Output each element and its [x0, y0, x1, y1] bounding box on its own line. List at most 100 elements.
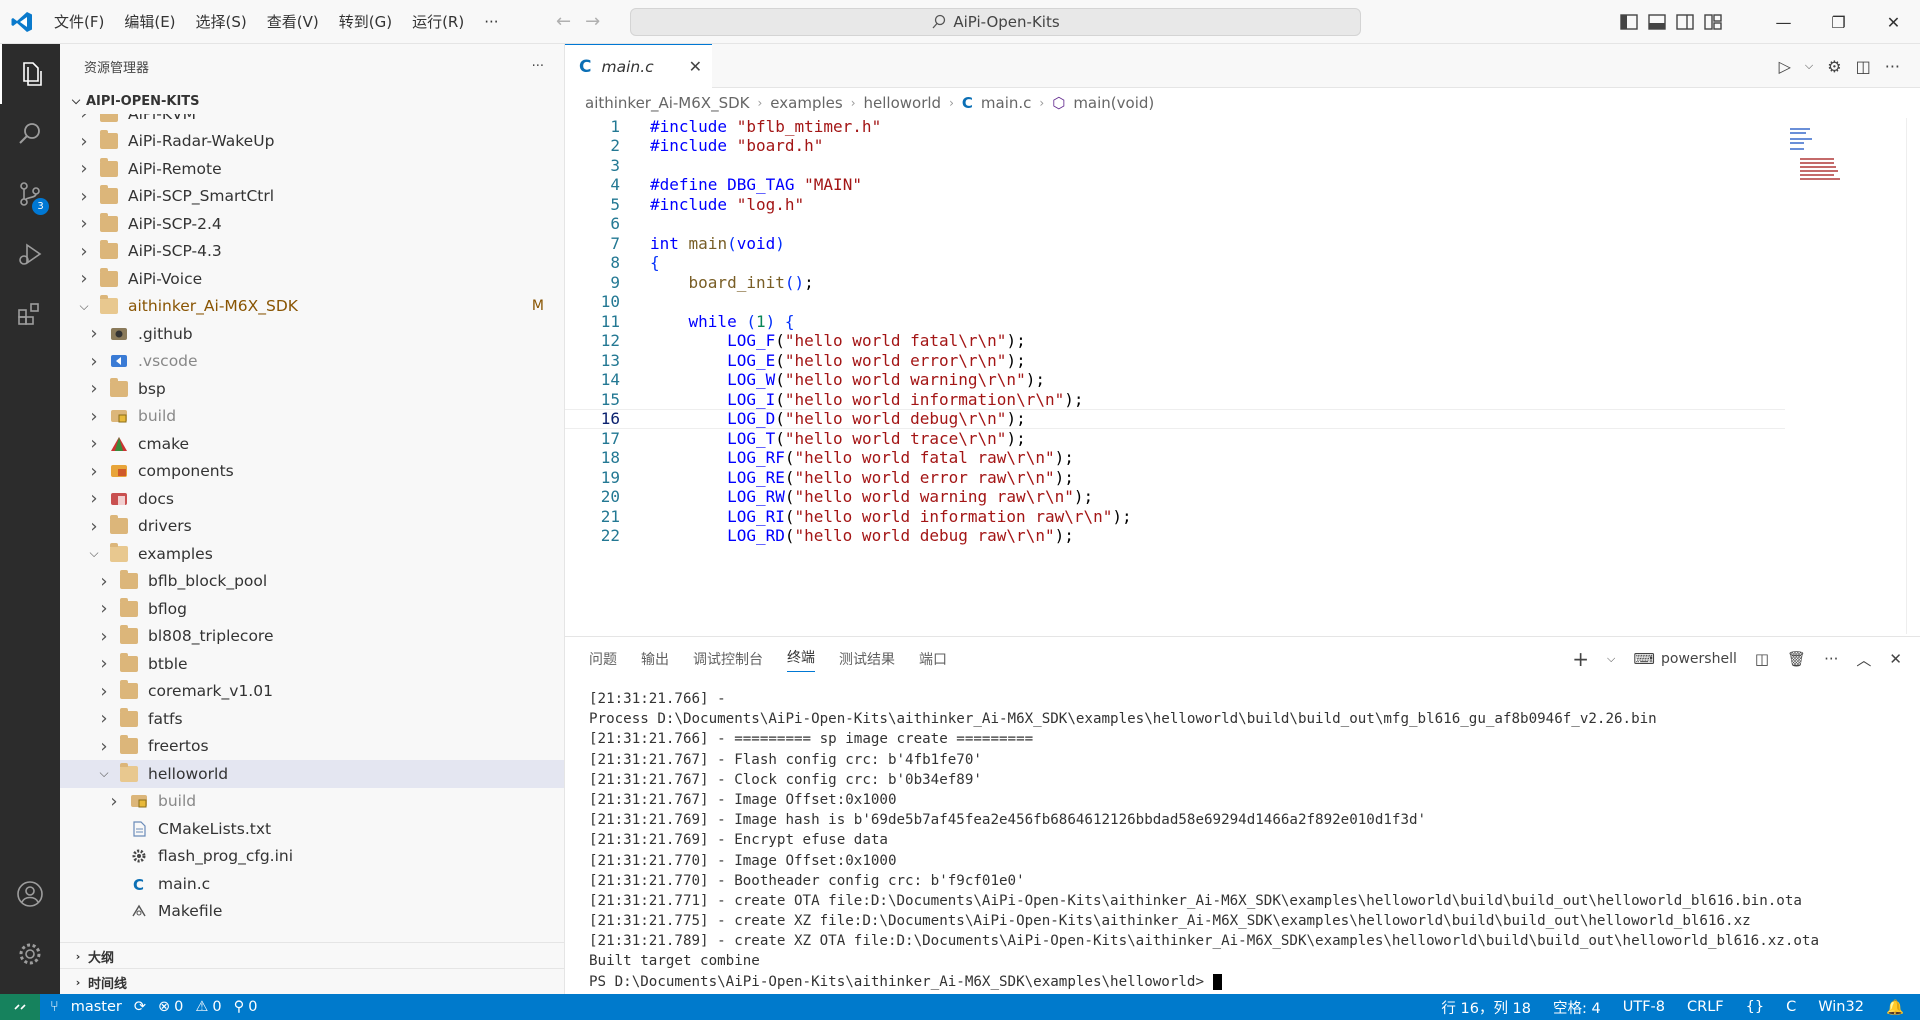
code-area[interactable]: 1 #include "bflb_mtimer.h" 2 #include "boar…	[565, 118, 1920, 634]
code-line[interactable]: 10	[565, 292, 1785, 312]
code-line[interactable]: 18 LOG_RF("hello world fatal raw\r\n");	[565, 448, 1785, 468]
extensions-activity[interactable]	[0, 284, 60, 344]
customize-layout-icon[interactable]	[1704, 13, 1722, 31]
outline-section[interactable]: › 大纲	[60, 942, 564, 969]
tree-item[interactable]: ⌵ examples	[60, 540, 564, 568]
minimize-icon[interactable]: —	[1756, 0, 1811, 44]
end-of-line[interactable]: CRLF	[1687, 999, 1724, 1015]
tree-item[interactable]: ⌵ aithinker_Ai-M6X_SDK M	[60, 293, 564, 321]
tree-item[interactable]: › bsp	[60, 375, 564, 403]
terminal-prompt[interactable]: PS D:\Documents\AiPi-Open-Kits\aithinker…	[589, 973, 1899, 994]
run-icon[interactable]: ▷	[1779, 57, 1791, 76]
cursor-position[interactable]: 行 16，列 18	[1441, 997, 1531, 1018]
menu-overflow[interactable]: ···	[474, 0, 508, 44]
shell-name[interactable]: powershell	[1661, 651, 1737, 667]
gear-icon[interactable]: ⚙	[1827, 57, 1841, 76]
toggle-primary-sidebar-icon[interactable]	[1620, 13, 1638, 31]
warning-count[interactable]: 0	[212, 999, 221, 1015]
branch-name[interactable]: master	[71, 999, 122, 1015]
tree-item[interactable]: › .vscode	[60, 348, 564, 376]
breadcrumb-item[interactable]: helloworld	[864, 94, 942, 112]
restore-icon[interactable]: ❐	[1811, 0, 1866, 44]
tree-item[interactable]: › .github	[60, 320, 564, 348]
tree-item[interactable]: › freertos	[60, 733, 564, 761]
search-activity[interactable]	[0, 104, 60, 164]
tree-item[interactable]: › build	[60, 403, 564, 431]
tree-item[interactable]: › docs	[60, 485, 564, 513]
more-actions-icon[interactable]: ···	[532, 59, 544, 74]
tree-item[interactable]: › AiPi-SCP-2.4	[60, 210, 564, 238]
code-line[interactable]: 19 LOG_RE("hello world error raw\r\n");	[565, 467, 1785, 487]
workspace-root[interactable]: ⌵ AIPI-OPEN-KITS	[60, 88, 564, 114]
editor-scrollbar[interactable]	[1906, 118, 1920, 634]
code-line[interactable]: 3	[565, 155, 1785, 175]
code-line[interactable]: 12 LOG_F("hello world fatal\r\n");	[565, 331, 1785, 351]
tree-item[interactable]: › AiPi-SCP-4.3	[60, 238, 564, 266]
menu-item[interactable]: 选择(S)	[186, 0, 257, 44]
command-center-search[interactable]: AiPi-Open-Kits	[630, 8, 1361, 36]
code-line[interactable]: 20 LOG_RW("hello world warning raw\r\n")…	[565, 487, 1785, 507]
toggle-secondary-sidebar-icon[interactable]	[1676, 13, 1694, 31]
tree-item[interactable]: ⌵ helloworld	[60, 760, 564, 788]
tree-item[interactable]: › AiPi-Voice	[60, 265, 564, 293]
tree-item[interactable]: › bflb_block_pool	[60, 568, 564, 596]
breadcrumb-item[interactable]: main.c	[981, 94, 1032, 112]
back-arrow-icon[interactable]: ←	[556, 11, 571, 33]
menu-item[interactable]: 文件(F)	[44, 0, 114, 44]
menu-item[interactable]: 运行(R)	[402, 0, 474, 44]
code-line[interactable]: 11 while (1) {	[565, 311, 1785, 331]
ports-count[interactable]: 0	[248, 999, 257, 1015]
sync-icon[interactable]: ⟳	[134, 999, 146, 1015]
maximize-panel-icon[interactable]: ︿	[1856, 649, 1871, 670]
tree-item[interactable]: › AiPi-SCP_SmartCtrl	[60, 183, 564, 211]
code-line[interactable]: 9 board_init();	[565, 272, 1785, 292]
panel-tab[interactable]: 测试结果	[839, 649, 895, 669]
tree-item[interactable]: › AiPi-Radar-WakeUp	[60, 128, 564, 156]
tree-item[interactable]: › coremark_v1.01	[60, 678, 564, 706]
indentation[interactable]: 空格: 4	[1553, 997, 1601, 1018]
split-editor-icon[interactable]: ◫	[1856, 57, 1871, 76]
menu-item[interactable]: 查看(V)	[257, 0, 329, 44]
panel-tab[interactable]: 输出	[641, 649, 669, 669]
panel-tab[interactable]: 端口	[919, 649, 947, 669]
code-line[interactable]: 21 LOG_RI("hello world information raw\r…	[565, 506, 1785, 526]
menu-item[interactable]: 转到(G)	[329, 0, 402, 44]
toggle-panel-icon[interactable]	[1648, 13, 1666, 31]
code-line[interactable]: 13 LOG_E("hello world error\r\n");	[565, 350, 1785, 370]
error-count[interactable]: 0	[174, 999, 183, 1015]
terminal-output[interactable]: [21:31:21.766] - Process D:\Documents\AiP…	[589, 691, 1899, 994]
code-line[interactable]: 5 #include "log.h"	[565, 194, 1785, 214]
code-line[interactable]: 15 LOG_I("hello world information\r\n");	[565, 389, 1785, 409]
code-line[interactable]: 8{	[565, 253, 1785, 273]
platform-config[interactable]: Win32	[1818, 999, 1864, 1015]
panel-tab[interactable]: 问题	[589, 649, 617, 669]
remote-indicator[interactable]	[0, 994, 40, 1020]
code-line[interactable]: 4 #define DBG_TAG "MAIN"	[565, 175, 1785, 195]
code-line[interactable]: 6	[565, 214, 1785, 234]
tree-item[interactable]: Makefile	[60, 898, 564, 926]
tree-item[interactable]: Cmain.c	[60, 870, 564, 898]
tree-item[interactable]: › AiPi-KVM	[60, 114, 564, 128]
tree-item[interactable]: › btble	[60, 650, 564, 678]
breadcrumb-item[interactable]: examples	[770, 94, 842, 112]
run-debug-activity[interactable]	[0, 224, 60, 284]
code-line[interactable]: 16 LOG_D("hello world debug\r\n");	[565, 408, 1785, 429]
code-line[interactable]: 1 #include "bflb_mtimer.h"	[565, 118, 1785, 136]
breadcrumb-item[interactable]: aithinker_Ai-M6X_SDK	[585, 94, 749, 112]
code-line[interactable]: 17 LOG_T("hello world trace\r\n");	[565, 428, 1785, 448]
minimap[interactable]	[1790, 128, 1850, 188]
trash-icon[interactable]: 🗑	[1787, 650, 1806, 668]
language-mode[interactable]: C	[1786, 999, 1796, 1015]
tree-item[interactable]: › cmake	[60, 430, 564, 458]
tree-item[interactable]: › drivers	[60, 513, 564, 541]
chevron-down-icon[interactable]: ⌵	[1607, 652, 1615, 666]
tree-item[interactable]: › fatfs	[60, 705, 564, 733]
more-actions-icon[interactable]: ···	[1885, 57, 1900, 76]
explorer-activity[interactable]	[0, 44, 60, 104]
language-braces-icon[interactable]: {}	[1746, 999, 1764, 1015]
code-line[interactable]: 22 LOG_RD("hello world debug raw\r\n");	[565, 526, 1785, 546]
split-terminal-icon[interactable]: ◫	[1755, 650, 1769, 668]
tree-item[interactable]: flash_prog_cfg.ini	[60, 843, 564, 871]
breadcrumb-item[interactable]: main(void)	[1073, 94, 1154, 112]
menu-item[interactable]: 编辑(E)	[114, 0, 185, 44]
